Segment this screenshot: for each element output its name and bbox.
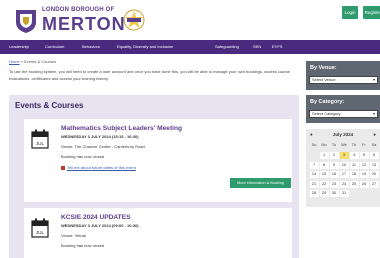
more-info-booking-button[interactable]: More information & Booking	[230, 178, 291, 188]
calendar-dow: Mo	[321, 143, 327, 147]
nav-item-safeguarding[interactable]: Safeguarding	[215, 40, 239, 54]
calendar-dow: Th	[351, 143, 357, 147]
calendar-day[interactable]: 27	[369, 180, 379, 188]
org-name: MERTON	[42, 14, 126, 34]
category-select[interactable]: Select Category ▾	[309, 110, 378, 118]
chevron-down-icon: ▾	[372, 77, 375, 82]
calendar-icon: JUL	[31, 129, 49, 149]
events-panel: Events & Courses JUL Mathematics Subject…	[9, 95, 299, 258]
calendar-day[interactable]: 3	[339, 152, 349, 159]
calendar-day[interactable]: 13	[369, 161, 379, 169]
nav-item-equality[interactable]: Equality, Diversity and Inclusion	[117, 40, 173, 54]
calendar-day[interactable]: 14	[309, 171, 319, 178]
calendar-day[interactable]: 5	[359, 152, 369, 159]
star-seal-icon	[123, 9, 145, 31]
calendar-day[interactable]: 9	[329, 161, 339, 169]
event-date: WEDNESDAY 3 JULY 2024 (15:15 - 16:30)	[61, 134, 139, 139]
calendar-day[interactable]: 26	[359, 180, 369, 188]
calendar-day[interactable]: 1	[319, 152, 329, 159]
login-button[interactable]: Login	[342, 6, 358, 19]
event-title[interactable]: KCSIE 2024 UPDATES	[61, 214, 131, 221]
calendar-dow: Fr	[362, 143, 366, 147]
calendar-day[interactable]: 30	[329, 190, 339, 197]
calendar-day[interactable]: 31	[339, 190, 349, 197]
event-booking-status: Booking has now closed	[61, 154, 105, 159]
org-line: LONDON BOROUGH OF	[42, 7, 115, 13]
calendar-dow: Tu	[331, 143, 337, 147]
event-booking-status: Booking has now closed	[61, 243, 105, 248]
category-filter-label: By Category:	[310, 99, 345, 105]
chevron-down-icon: ▾	[372, 111, 375, 116]
site-header: LONDON BOROUGH OF MERTON Login Register	[0, 0, 380, 40]
calendar-day[interactable]: 18	[349, 171, 359, 178]
calendar-dow: We	[341, 143, 347, 147]
calendar-day[interactable]: 6	[369, 152, 379, 159]
breadcrumb: Home » Events & Courses	[9, 59, 56, 64]
mini-calendar: ● July 2024 ● Su Mo Tu We Th Fr Sa 1 2 3 4 5 6 7 8 9 10 1…	[306, 129, 380, 207]
calendar-icon: JUL	[31, 218, 49, 238]
calendar-day[interactable]: 11	[349, 161, 359, 169]
nav-item-leadership[interactable]: Leadership	[9, 40, 29, 54]
merton-logo[interactable]: LONDON BOROUGH OF MERTON	[10, 6, 145, 34]
category-filter: By Category: Select Category ▾	[306, 95, 380, 123]
calendar-day[interactable]: 17	[339, 171, 349, 178]
calendar-day[interactable]: 15	[319, 171, 329, 178]
venue-select-value: Select Venue	[312, 77, 336, 82]
calendar-day[interactable]: 20	[369, 171, 379, 178]
calendar-day[interactable]: 19	[359, 171, 369, 178]
nav-item-behaviour[interactable]: Behaviour	[82, 40, 100, 54]
nav-item-sen[interactable]: SEN	[253, 40, 261, 54]
calendar-dow: Sa	[371, 143, 377, 147]
event-date: WEDNESDAY 3 JULY 2024 (09:00 - 10:30)	[61, 223, 139, 228]
calendar-day[interactable]: 25	[349, 180, 359, 188]
calendar-day[interactable]: 29	[319, 190, 329, 197]
category-select-value: Select Category	[312, 111, 341, 116]
nav-item-curriculum[interactable]: Curriculum	[45, 40, 64, 54]
future-dates-link-label: Tell me about future dates of this event	[67, 165, 136, 170]
main-nav: Leadership Curriculum Behaviour Equality…	[0, 40, 380, 54]
intro-text: To use the booking system, you will need…	[9, 69, 290, 81]
breadcrumb-home-link[interactable]: Home	[9, 59, 20, 64]
flag-icon	[61, 165, 65, 170]
calendar-month: July 2024	[332, 132, 354, 137]
event-venue: Venue: The Chaucer Centre - Canterbury R…	[61, 144, 145, 149]
event-title[interactable]: Mathematics Subject Leaders' Meeting	[61, 125, 182, 132]
calendar-day[interactable]: 4	[349, 152, 359, 159]
future-dates-link[interactable]: Tell me about future dates of this event	[61, 165, 136, 170]
calendar-day[interactable]: 21	[309, 180, 319, 188]
crest-icon	[16, 10, 36, 33]
event-venue: Venue: Virtual	[61, 233, 86, 238]
nav-item-eyfs[interactable]: EYFS	[272, 40, 282, 54]
calendar-day[interactable]: 8	[319, 161, 329, 169]
calendar-day[interactable]: 2	[329, 152, 339, 159]
event-card: JUL KCSIE 2024 UPDATES WEDNESDAY 3 JULY …	[24, 208, 292, 258]
calendar-day[interactable]: 24	[339, 180, 349, 188]
calendar-day[interactable]: 16	[329, 171, 339, 178]
calendar-day[interactable]: 28	[309, 190, 319, 197]
calendar-icon-label: JUL	[36, 141, 44, 146]
calendar-day[interactable]: 12	[359, 161, 369, 169]
calendar-day[interactable]: 22	[319, 180, 329, 188]
page-title: Events & Courses	[15, 101, 84, 110]
venue-filter: By Venue: Select Venue ▾	[306, 61, 380, 90]
venue-select[interactable]: Select Venue ▾	[309, 76, 378, 84]
venue-filter-label: By Venue:	[310, 65, 337, 71]
register-button[interactable]: Register	[363, 6, 380, 19]
calendar-next-icon[interactable]: ●	[373, 131, 376, 139]
calendar-day[interactable]: 23	[329, 180, 339, 188]
calendar-dow: Su	[311, 143, 317, 147]
calendar-day[interactable]: 10	[339, 161, 349, 169]
breadcrumb-current: » Events & Courses	[19, 59, 57, 64]
calendar-icon-label: JUL	[36, 230, 44, 235]
event-card: JUL Mathematics Subject Leaders' Meeting…	[24, 119, 292, 202]
calendar-day[interactable]: 7	[309, 161, 319, 169]
